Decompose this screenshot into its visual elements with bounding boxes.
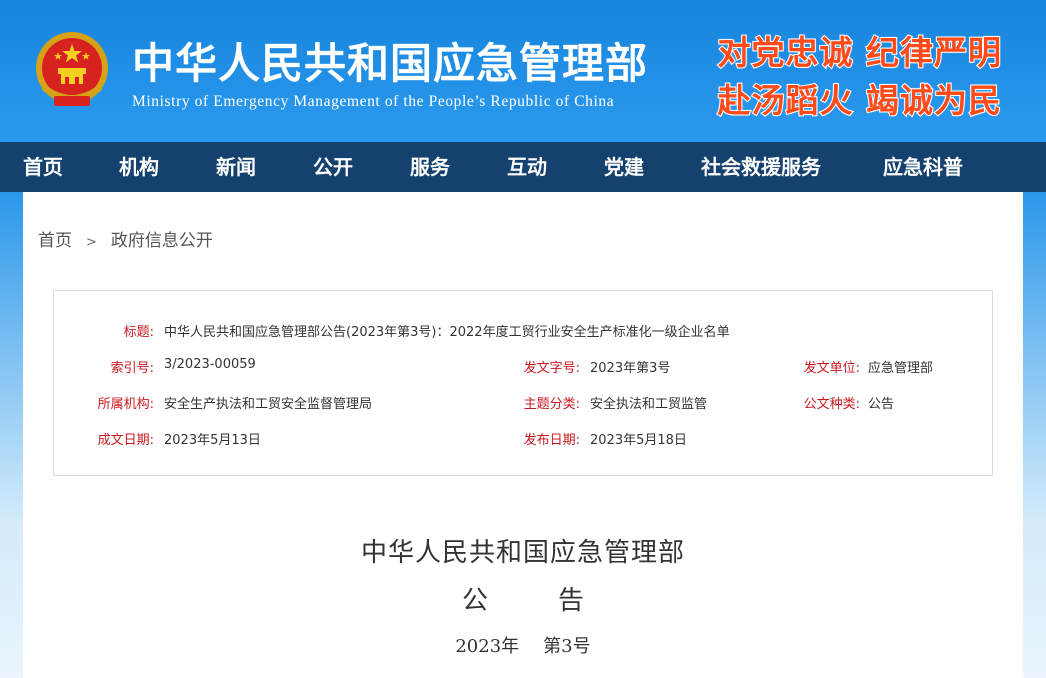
nav-item-home[interactable]: 首页 <box>23 142 63 192</box>
nav-item-services[interactable]: 服务 <box>410 142 450 192</box>
info-value-topic: 安全执法和工贸监管 <box>590 397 708 412</box>
document-kind: 公告 <box>23 580 1023 617</box>
document-kind-b: 告 <box>558 586 585 616</box>
nav-item-disclosure[interactable]: 公开 <box>313 142 353 192</box>
breadcrumb-separator: > <box>86 235 97 250</box>
info-label-created: 成文日期: <box>97 433 154 448</box>
info-label-index: 索引号: <box>110 361 154 376</box>
info-value-title: 中华人民共和国应急管理部公告(2023年第3号)：2022年度工贸行业安全生产标… <box>164 325 730 340</box>
info-value-published: 2023年5月18日 <box>590 433 687 448</box>
main-nav: 首页 机构 新闻 公开 服务 互动 党建 社会救援服务 应急科普 <box>0 142 1046 192</box>
document-kind-a: 公 <box>461 586 488 616</box>
info-value-created: 2023年5月13日 <box>164 433 261 448</box>
site-header: 中华人民共和国应急管理部 Ministry of Emergency Manag… <box>0 0 1046 142</box>
nav-item-interaction[interactable]: 互动 <box>507 142 547 192</box>
breadcrumb-current[interactable]: 政府信息公开 <box>111 231 213 251</box>
info-label-title: 标题: <box>123 325 154 340</box>
breadcrumb-home[interactable]: 首页 <box>38 231 72 251</box>
document-no: 第3号 <box>543 636 591 657</box>
document-year: 2023年 <box>455 636 520 657</box>
info-value-issuer: 应急管理部 <box>868 361 934 376</box>
slogan-line-2: 赴汤蹈火 竭诚为民 <box>717 80 1002 121</box>
site-title: 中华人民共和国应急管理部 <box>132 39 649 88</box>
nav-item-science[interactable]: 应急科普 <box>883 142 963 192</box>
nav-item-organization[interactable]: 机构 <box>119 142 159 192</box>
national-emblem-icon[interactable] <box>32 30 112 112</box>
content-panel: 首页 > 政府信息公开 标题: 中华人民共和国应急管理部公告(2023年第3号)：2… <box>23 192 1023 678</box>
info-value-index: 3/2023-00059 <box>164 357 256 372</box>
info-row-3: 所属机构: 安全生产执法和工贸安全监督管理局 主题分类: 安全执法和工贸监管 公… <box>54 393 994 413</box>
info-label-topic: 主题分类: <box>523 397 580 412</box>
info-label-docno: 发文字号: <box>523 361 580 376</box>
info-row-title: 标题: 中华人民共和国应急管理部公告(2023年第3号)：2022年度工贸行业安… <box>54 321 994 341</box>
info-label-issuer: 发文单位: <box>803 361 860 376</box>
breadcrumb: 首页 > 政府信息公开 <box>38 226 213 251</box>
nav-item-news[interactable]: 新闻 <box>216 142 256 192</box>
info-label-org: 所属机构: <box>97 397 154 412</box>
nav-item-party[interactable]: 党建 <box>604 142 644 192</box>
info-label-type: 公文种类: <box>803 397 860 412</box>
info-value-type: 公告 <box>868 397 895 412</box>
info-value-org: 安全生产执法和工贸安全监督管理局 <box>164 397 373 412</box>
document-heading: 中华人民共和国应急管理部 <box>360 538 685 568</box>
site-subtitle: Ministry of Emergency Management of the … <box>132 93 615 110</box>
nav-item-rescue-services[interactable]: 社会救援服务 <box>701 142 821 192</box>
slogan-line-1: 对党忠诚 纪律严明 <box>717 32 1002 73</box>
info-row-2: 索引号: 3/2023-00059 发文字号: 2023年第3号 发文单位: 应… <box>54 357 994 377</box>
document-number: 2023年 第3号 <box>23 632 1023 658</box>
info-value-docno: 2023年第3号 <box>590 361 671 376</box>
info-label-published: 发布日期: <box>523 433 580 448</box>
document-info-box: 标题: 中华人民共和国应急管理部公告(2023年第3号)：2022年度工贸行业安… <box>53 290 993 476</box>
info-row-4: 成文日期: 2023年5月13日 发布日期: 2023年5月18日 <box>54 429 994 449</box>
